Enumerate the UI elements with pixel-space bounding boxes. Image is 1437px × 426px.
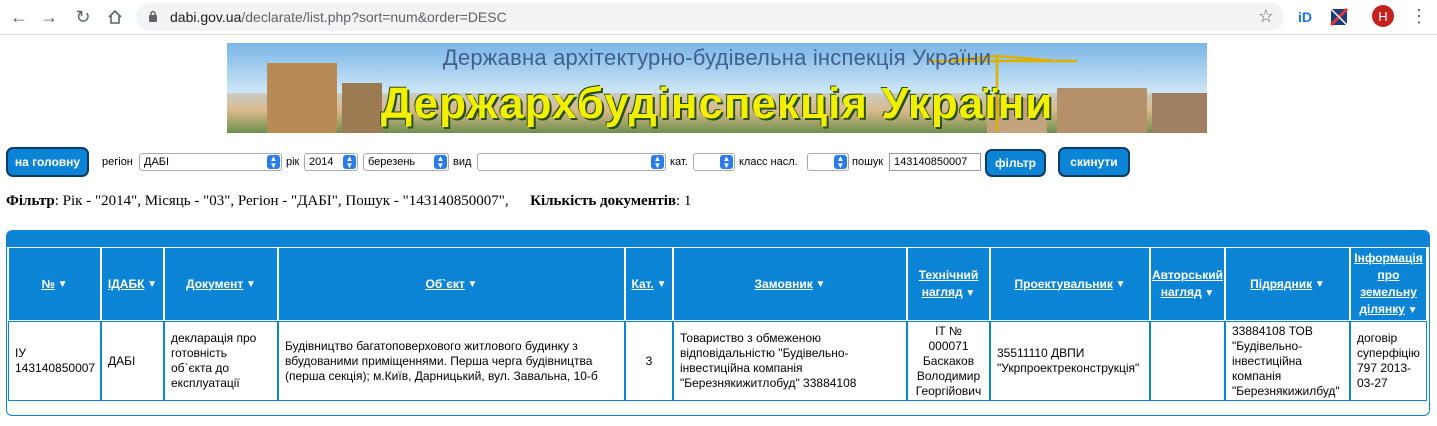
sort-arrow-icon: ▼	[54, 278, 68, 290]
column-header-designer[interactable]: Проектувальник ▼	[990, 247, 1150, 321]
column-header-customer[interactable]: Замовник ▼	[673, 247, 907, 321]
sort-arrow-icon: ▼	[144, 278, 158, 290]
table-cell-num: ІУ 143140850007	[8, 321, 101, 401]
sort-arrow-icon: ▼	[653, 278, 667, 290]
document-count-label: Кількість документів	[530, 193, 676, 209]
filter-summary-label: Фільтр	[6, 193, 55, 209]
reload-icon[interactable]: ↻	[72, 6, 94, 28]
bookmark-star-icon[interactable]: ☆	[1258, 6, 1274, 27]
table-cell-tech-supervision: ІТ № 000071 Баскаков Володимир Георгійов…	[907, 321, 990, 401]
type-label: вид	[453, 156, 472, 168]
month-select[interactable]: березень ▲ ▼	[363, 153, 449, 171]
address-bar[interactable]: dabi.gov.ua/declarate/list.php?sort=num&…	[136, 3, 1284, 31]
reset-button[interactable]: скинути	[1058, 147, 1130, 177]
sort-link-object[interactable]: Об`єкт	[426, 276, 465, 293]
sort-arrow-icon: ▼	[962, 288, 976, 299]
profile-avatar[interactable]: Н	[1372, 5, 1394, 27]
declarations-table: № ▼ ІДАБК ▼ Документ ▼ Об`єкт ▼ Кат. ▼ З…	[6, 230, 1430, 416]
table-cell-object: Будівництво багатоповерхового житлового …	[278, 321, 625, 401]
select-arrow-icon: ▲ ▼	[834, 155, 847, 170]
table-cell-contractor: 33884108 ТОВ "Будівельно-інвестиційна ко…	[1225, 321, 1350, 401]
column-header-land-info[interactable]: Інформація про земельну ділянку ▼	[1350, 247, 1427, 321]
sort-link-contractor[interactable]: Підрядник	[1250, 276, 1312, 293]
home-button[interactable]: на головну	[6, 147, 89, 177]
sort-link-tech-2[interactable]: нагляд	[922, 285, 963, 299]
sort-arrow-icon: ▼	[1201, 288, 1215, 299]
sort-arrow-icon: ▼	[812, 278, 826, 290]
search-input[interactable]: 143140850007	[889, 153, 981, 171]
filter-summary: Фільтр: Рік - "2014", Місяць - "03", Рег…	[6, 193, 691, 210]
sort-arrow-icon: ▼	[243, 278, 256, 290]
column-header-tech-supervision[interactable]: Технічний нагляд ▼	[907, 247, 990, 321]
filter-bar: на головну регіон ДАБІ ▲ ▼ рік 2014 ▲ ▼ бере…	[0, 146, 1437, 180]
sort-link-num[interactable]: №	[41, 276, 54, 293]
sort-link-tech[interactable]: Технічний	[919, 268, 978, 282]
select-arrow-icon: ▲ ▼	[343, 155, 356, 170]
type-select[interactable]: ▲ ▼	[477, 153, 666, 171]
select-arrow-icon: ▲ ▼	[434, 155, 447, 170]
site-banner: Державна архітектурно-будівельна інспекц…	[227, 43, 1207, 133]
banner-subtitle: Державна архітектурно-будівельна інспекц…	[442, 45, 992, 70]
table-cell-document: декларація про готовність об`єкта до екс…	[164, 321, 278, 401]
sort-link-land-4[interactable]: ділянку	[1359, 302, 1405, 316]
sort-link-customer[interactable]: Замовник	[755, 276, 813, 293]
sort-link-author[interactable]: Авторський	[1152, 268, 1223, 282]
sort-arrow-icon: ▼	[1312, 278, 1325, 290]
table-top-bar	[7, 231, 1429, 247]
extension-flag-icon[interactable]	[1329, 7, 1349, 27]
sort-arrow-icon: ▼	[1404, 305, 1418, 316]
filter-summary-text: : Рік - "2014", Місяць - "03", Регіон - …	[54, 193, 509, 209]
column-header-num[interactable]: № ▼	[8, 247, 101, 321]
class-label: класс насл.	[739, 156, 798, 168]
column-header-idabk[interactable]: ІДАБК ▼	[101, 247, 164, 321]
table-cell-designer: 35511110 ДВПИ "Укрпроектреконструкція"	[990, 321, 1150, 401]
sort-link-land-2[interactable]: про	[1378, 268, 1400, 282]
forward-arrow-icon[interactable]: →	[38, 6, 60, 28]
filter-button[interactable]: фільтр	[985, 149, 1046, 177]
sort-arrow-icon: ▼	[464, 278, 478, 290]
year-select[interactable]: 2014 ▲ ▼	[304, 153, 358, 171]
banner-title: Держархбудінспекція України	[380, 79, 1054, 128]
column-header-contractor[interactable]: Підрядник ▼	[1225, 247, 1350, 321]
more-menu-icon[interactable]: ⋮	[1410, 6, 1428, 27]
table-cell-land-info: договір суперфіцію 797 2013-03-27	[1350, 321, 1427, 401]
url-text: dabi.gov.ua/declarate/list.php?sort=num&…	[170, 9, 507, 25]
svg-text:iD: iD	[1298, 9, 1312, 25]
sort-link-idabk[interactable]: ІДАБК	[108, 276, 145, 293]
lock-icon	[149, 10, 157, 22]
year-label: рік	[286, 156, 300, 168]
table-cell-cat: 3	[625, 321, 673, 401]
extension-id-icon[interactable]: iD	[1297, 7, 1317, 27]
sort-link-land[interactable]: Інформація	[1354, 251, 1423, 265]
column-header-object[interactable]: Об`єкт ▼	[278, 247, 625, 321]
sort-link-designer[interactable]: Проектувальник	[1014, 276, 1112, 293]
sort-link-author-2[interactable]: нагляд	[1161, 285, 1202, 299]
sort-link-document[interactable]: Документ	[186, 276, 243, 293]
category-label: кат.	[670, 156, 688, 168]
select-arrow-icon: ▲ ▼	[720, 155, 733, 170]
home-icon[interactable]	[104, 6, 126, 28]
table-cell-customer: Товариство з обмеженою відповідальністю …	[673, 321, 907, 401]
class-select[interactable]: ▲ ▼	[807, 153, 849, 171]
sort-link-cat[interactable]: Кат.	[632, 276, 654, 293]
select-arrow-icon: ▲ ▼	[267, 155, 280, 170]
sort-link-land-3[interactable]: земельну	[1360, 285, 1417, 299]
table-cell-idabk: ДАБІ	[101, 321, 164, 401]
column-header-cat[interactable]: Кат. ▼	[625, 247, 673, 321]
column-header-document[interactable]: Документ ▼	[164, 247, 278, 321]
category-select[interactable]: ▲ ▼	[693, 153, 735, 171]
region-select[interactable]: ДАБІ ▲ ▼	[139, 153, 282, 171]
table-cell-author-supervision	[1150, 321, 1225, 401]
document-count-value: : 1	[675, 193, 692, 209]
browser-toolbar: ← → ↻ dabi.gov.ua/declarate/list.php?sor…	[0, 0, 1437, 35]
search-label: пошук	[852, 156, 884, 168]
back-arrow-icon[interactable]: ←	[8, 6, 30, 28]
sort-arrow-icon: ▼	[1112, 278, 1126, 290]
column-header-author-supervision[interactable]: Авторський нагляд ▼	[1150, 247, 1225, 321]
region-label: регіон	[102, 156, 133, 168]
select-arrow-icon: ▲ ▼	[651, 155, 664, 170]
